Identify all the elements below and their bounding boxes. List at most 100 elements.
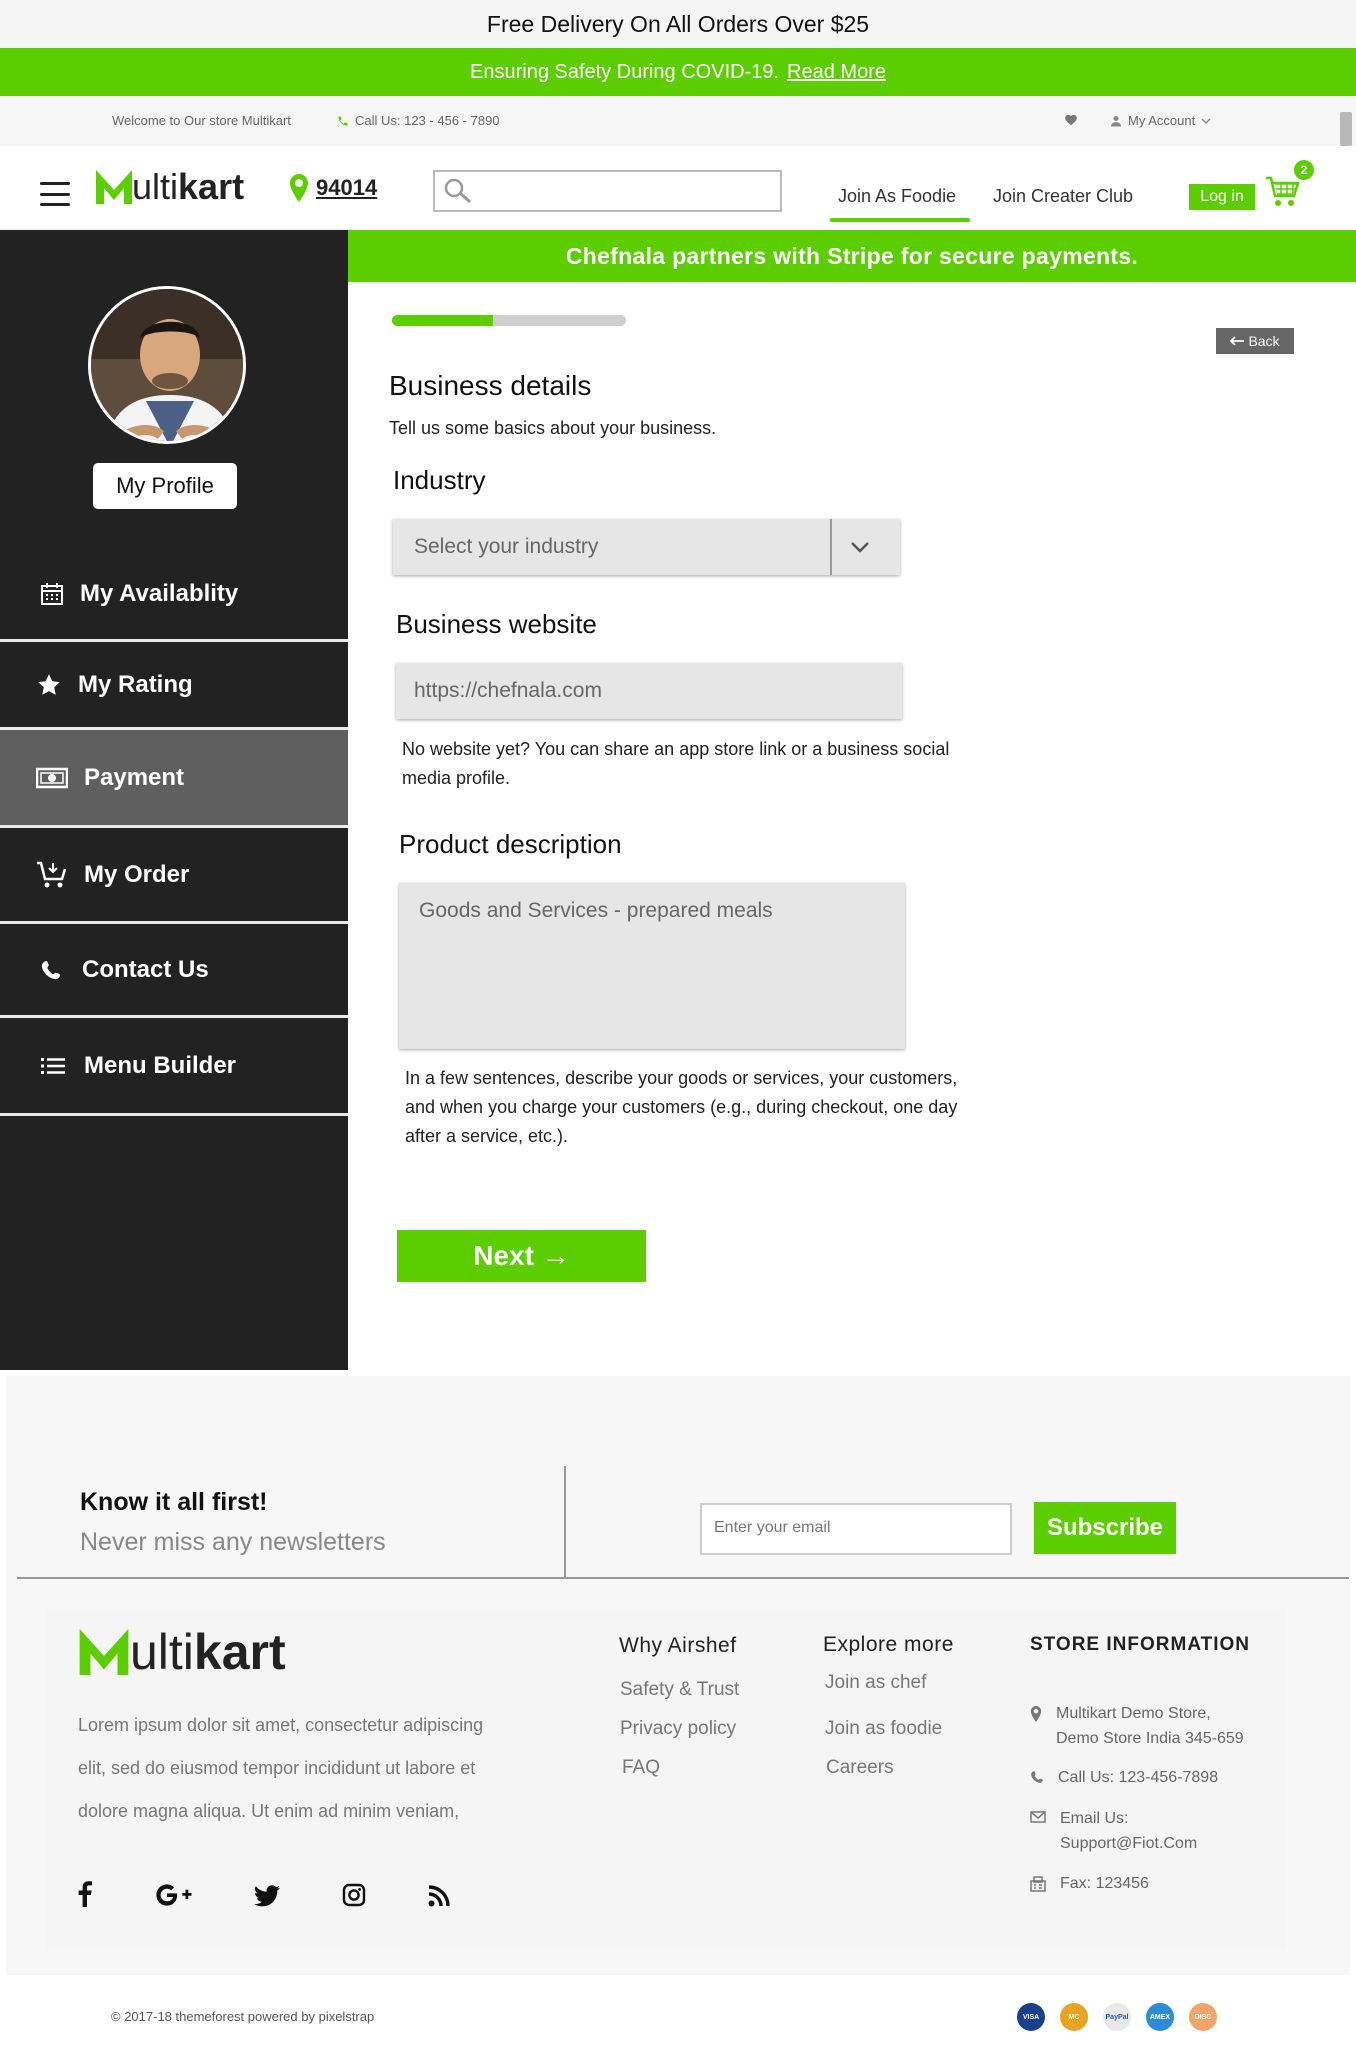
zip-location[interactable]: 94014	[290, 174, 377, 202]
product-help-line: and when you charge your customers (e.g.…	[405, 1097, 958, 1117]
nav-join-creater-club[interactable]: Join Creater Club	[993, 186, 1133, 207]
industry-label: Industry	[393, 465, 486, 495]
my-account-label: My Account	[1128, 113, 1196, 128]
store-phone: Call Us: 123-456-7898	[1030, 1765, 1218, 1790]
envelope-icon	[1030, 1811, 1046, 1823]
sidebar-item-payment[interactable]: Payment	[0, 730, 348, 828]
user-icon	[1111, 115, 1121, 126]
scrollbar-thumb[interactable]	[1340, 112, 1352, 146]
nav-join-as-foodie[interactable]: Join As Foodie	[838, 186, 956, 207]
sidebar-item-label: Menu Builder	[84, 1051, 237, 1079]
industry-select-value: Select your industry	[414, 535, 599, 558]
sidebar: My Profile My Availablity My Rating Paym…	[0, 230, 348, 1370]
amex-icon: AMEX	[1146, 2003, 1174, 2031]
newsletter-divider	[564, 1466, 566, 1577]
product-help-line: after a service, etc.).	[405, 1126, 569, 1146]
store-fax: Fax: 123456	[1030, 1871, 1149, 1896]
sidebar-item-label: Contact Us	[82, 955, 209, 983]
back-button[interactable]: Back	[1216, 328, 1294, 354]
my-account-menu[interactable]: My Account	[1110, 113, 1211, 128]
my-profile-button[interactable]: My Profile	[93, 463, 237, 509]
phone-icon	[1031, 1771, 1043, 1783]
product-help-text: In a few sentences, describe your goods …	[405, 1064, 957, 1151]
sidebar-item-availability[interactable]: My Availablity	[0, 548, 348, 642]
copyright-bar: © 2017-18 themeforest powered by pixelst…	[0, 1975, 1356, 2053]
discover-icon: DISC	[1189, 2003, 1217, 2031]
search-input[interactable]	[433, 170, 782, 212]
website-input[interactable]: https://chefnala.com	[396, 663, 902, 719]
sidebar-item-my-order[interactable]: My Order	[0, 828, 348, 924]
next-button[interactable]: Next →	[397, 1230, 646, 1282]
website-label: Business website	[396, 609, 597, 639]
store-address-line: Demo Store India 345-659	[1056, 1730, 1244, 1747]
back-label: Back	[1248, 333, 1280, 349]
footer-link-careers[interactable]: Careers	[826, 1757, 894, 1779]
newsletter-section: Know it all first! Never miss any newsle…	[6, 1376, 1350, 1579]
logo-m-icon	[79, 1629, 129, 1675]
sidebar-item-label: My Availablity	[80, 579, 239, 607]
footer-explore-title: Explore more	[823, 1633, 954, 1656]
footer-link-faq[interactable]: FAQ	[622, 1757, 660, 1779]
google-plus-icon[interactable]	[156, 1884, 192, 1906]
copyright-text: © 2017-18 themeforest powered by pixelst…	[111, 2009, 375, 2024]
subscribe-button[interactable]: Subscribe	[1034, 1502, 1176, 1554]
cart-icon	[37, 861, 67, 887]
sidebar-item-rating[interactable]: My Rating	[0, 642, 348, 730]
welcome-label: Welcome to Our store Multikart	[112, 113, 291, 128]
footer-logo[interactable]: ultikart	[78, 1627, 286, 1677]
sidebar-item-label: Payment	[84, 763, 185, 791]
store-email-address[interactable]: Support@Fiot.Com	[1060, 1831, 1197, 1856]
newsletter-title: Know it all first!	[80, 1488, 268, 1516]
progress-bar-fill	[392, 315, 493, 326]
footer-about-line: dolore magna aliqua. Ut enim ad minim ve…	[78, 1801, 460, 1821]
rss-icon[interactable]	[428, 1885, 450, 1907]
chef-portrait	[91, 289, 243, 441]
footer-about-line: elit, sed do eiusmod tempor incididunt u…	[78, 1758, 476, 1778]
website-help-line: media profile.	[402, 768, 511, 788]
instagram-icon[interactable]	[342, 1883, 366, 1907]
sidebar-item-menu-builder[interactable]: Menu Builder	[0, 1018, 348, 1116]
cart-icon[interactable]	[1265, 176, 1299, 208]
newsletter-subtitle: Never miss any newsletters	[80, 1528, 386, 1556]
payment-icons: VISA MC PayPal AMEX DISC	[1017, 2003, 1217, 2031]
login-button[interactable]: Log in	[1189, 184, 1255, 210]
select-divider	[830, 519, 832, 575]
free-delivery-banner: Free Delivery On All Orders Over $25	[0, 0, 1356, 48]
phone-info: Call Us: 123 - 456 - 7890	[337, 113, 500, 128]
hamburger-menu-icon[interactable]	[40, 182, 70, 206]
footer-about-text: Lorem ipsum dolor sit amet, consectetur …	[78, 1704, 548, 1833]
phone-label: Call Us: 123 - 456 - 7890	[355, 113, 500, 128]
free-delivery-text: Free Delivery On All Orders Over $25	[486, 10, 870, 37]
twitter-icon[interactable]	[254, 1885, 280, 1907]
newsletter-email-input[interactable]: Enter your email	[700, 1503, 1012, 1555]
industry-select[interactable]: Select your industry	[393, 519, 900, 575]
footer-link-join-foodie[interactable]: Join as foodie	[825, 1718, 942, 1740]
read-more-link[interactable]: Read More	[787, 61, 886, 84]
logo-m-icon	[96, 170, 132, 204]
product-description-textarea[interactable]: Goods and Services - prepared meals	[399, 883, 905, 1049]
sidebar-item-label: My Rating	[78, 670, 193, 698]
visa-icon: VISA	[1017, 2003, 1045, 2031]
welcome-text: Welcome to Our store Multikart	[112, 113, 291, 128]
mastercard-icon: MC	[1060, 2003, 1088, 2031]
footer-link-safety[interactable]: Safety & Trust	[620, 1679, 739, 1701]
logo[interactable]: ultikart	[96, 169, 244, 205]
chevron-down-icon	[1201, 117, 1211, 124]
map-pin-icon	[290, 174, 308, 202]
sidebar-item-contact-us[interactable]: Contact Us	[0, 924, 348, 1018]
covid-banner: Ensuring Safety During COVID-19. Read Mo…	[0, 48, 1356, 96]
calendar-icon	[41, 582, 63, 605]
product-description-label: Product description	[399, 829, 622, 859]
wishlist-button[interactable]	[1064, 113, 1078, 126]
footer-about-line: Lorem ipsum dolor sit amet, consectetur …	[78, 1715, 484, 1735]
progress-bar	[392, 315, 626, 326]
website-help-line: No website yet? You can share an app sto…	[402, 739, 950, 759]
footer-link-privacy[interactable]: Privacy policy	[620, 1718, 736, 1740]
heart-icon	[1065, 114, 1077, 126]
facebook-icon[interactable]	[78, 1881, 92, 1907]
footer-link-join-chef[interactable]: Join as chef	[825, 1672, 926, 1694]
phone-icon	[338, 116, 348, 125]
chevron-down-icon	[851, 542, 869, 553]
stripe-notice-text: Chefnala partners with Stripe for secure…	[565, 242, 1139, 269]
footer-store-title: STORE INFORMATION	[1030, 1634, 1251, 1655]
